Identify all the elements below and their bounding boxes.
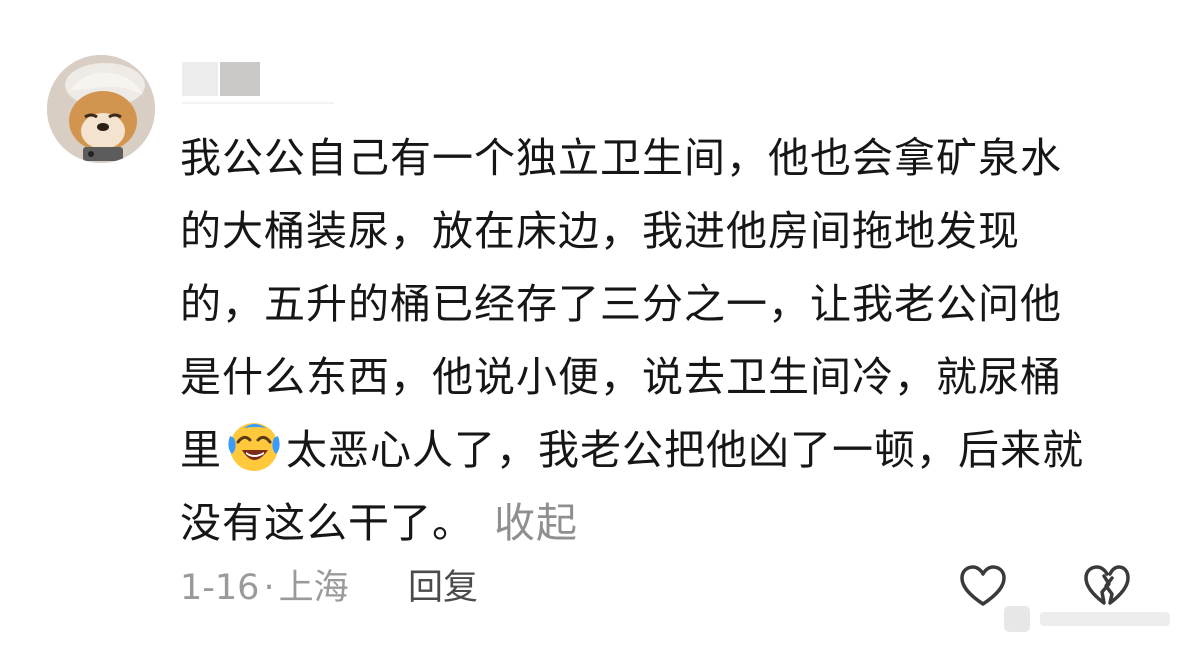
comment-line: 没有这么干了。 收起 — [180, 487, 1140, 560]
laughing-crying-emoji-icon — [226, 418, 282, 474]
comment-date: 1-16 — [180, 568, 260, 608]
divider — [182, 102, 334, 104]
comment-text: 里 — [180, 426, 222, 474]
comment-text: 没有这么干了。 — [180, 499, 474, 547]
collapse-button[interactable]: 收起 — [494, 499, 578, 547]
comment-line: 的，五升的桶已经存了三分之一，让我老公问他 — [180, 280, 1062, 328]
reply-button[interactable]: 回复 — [408, 560, 478, 616]
avatar[interactable] — [47, 55, 155, 163]
username-blur-block — [220, 62, 260, 96]
username-obscured[interactable] — [182, 60, 262, 98]
comment-meta: 1-16 · 上海 — [180, 560, 349, 616]
comment-text: 太恶心人了，我老公把他凶了一顿，后来就 — [286, 426, 1084, 474]
comment-line-with-emoji: 里 太恶心人了，我老公把他凶了一顿，后来就 — [180, 414, 1140, 487]
comment-body: 我公公自己有一个独立卫生间，他也会拿矿泉水 的大桶装尿，放在床边，我进他房间拖地… — [180, 122, 1140, 560]
watermark-logo — [1000, 598, 1178, 642]
shiba-dog-avatar-icon — [47, 55, 155, 163]
comment-line: 的大桶装尿，放在床边，我进他房间拖地发现 — [180, 207, 1020, 255]
meta-separator: · — [263, 568, 275, 608]
comment-location: 上海 — [278, 568, 349, 608]
username-blur-block — [182, 62, 218, 96]
comment-line: 我公公自己有一个独立卫生间，他也会拿矿泉水 — [180, 134, 1062, 182]
comment-line: 是什么东西，他说小便，说去卫生间冷，就尿桶 — [180, 353, 1062, 401]
